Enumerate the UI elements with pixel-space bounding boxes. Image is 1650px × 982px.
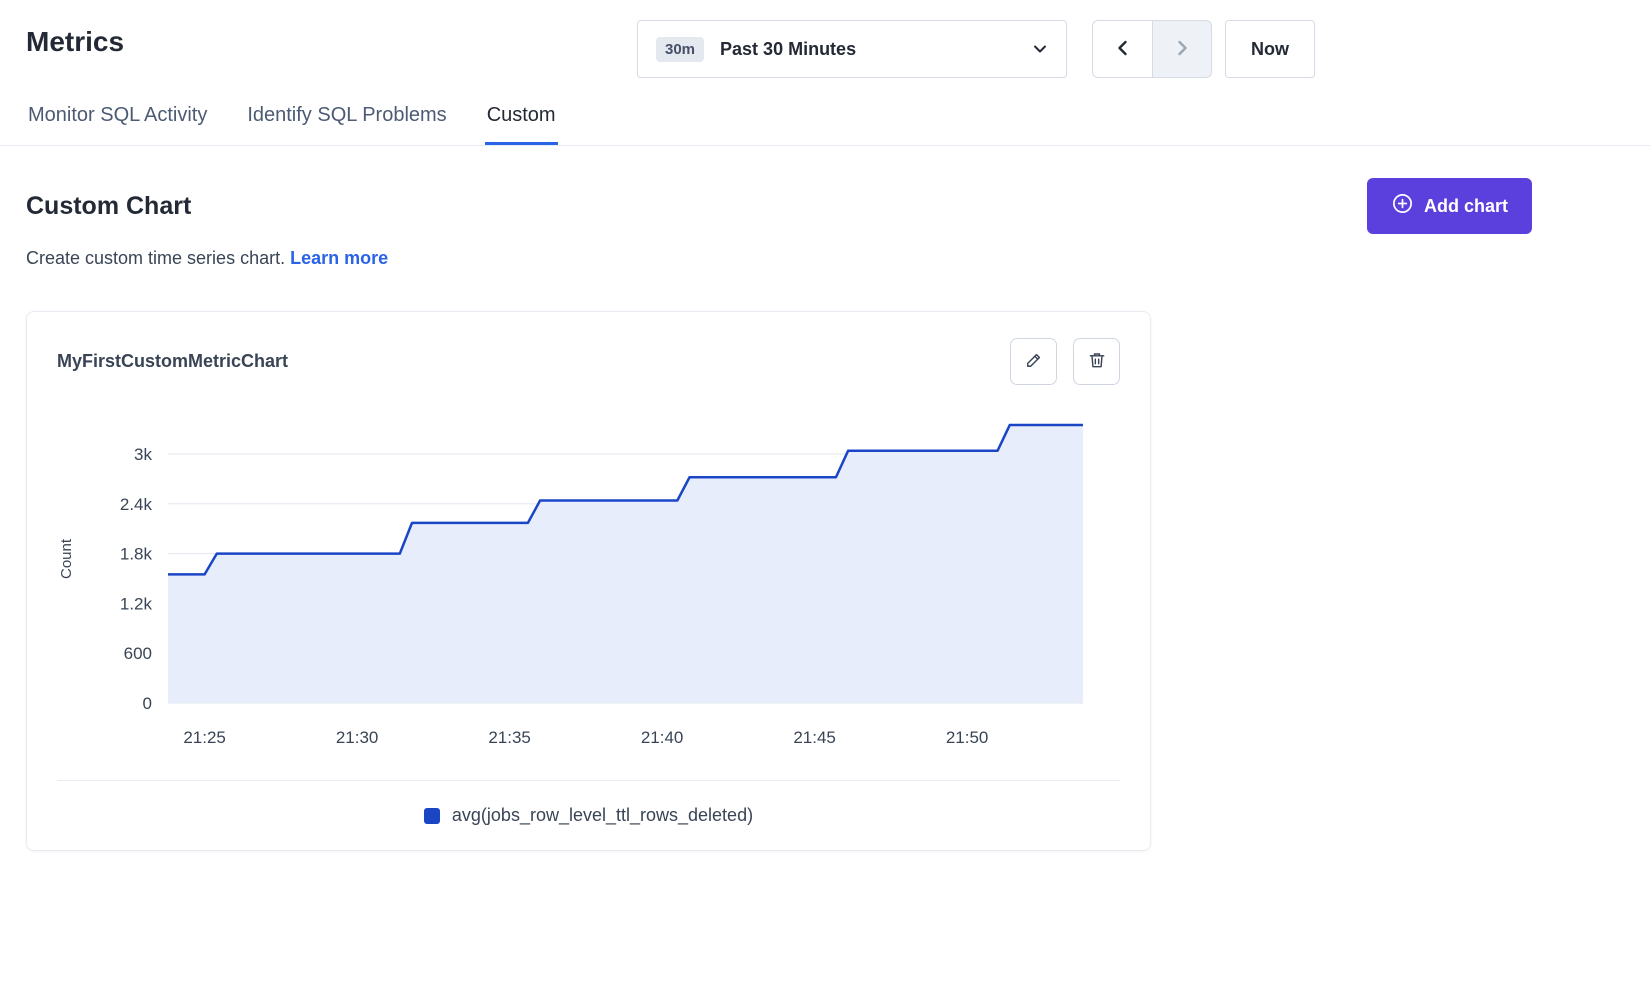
tab-bar: Monitor SQL Activity Identify SQL Proble…	[0, 96, 1650, 146]
chevron-down-icon	[1032, 41, 1048, 57]
svg-text:2.4k: 2.4k	[120, 495, 153, 514]
delete-chart-button[interactable]	[1073, 338, 1120, 385]
tab-identify-sql-problems[interactable]: Identify SQL Problems	[245, 96, 448, 145]
time-controls: 30m Past 30 Minutes Now	[637, 20, 1315, 78]
chevron-right-icon	[1172, 38, 1192, 61]
legend-swatch	[424, 808, 440, 824]
time-forward-button[interactable]	[1152, 20, 1212, 78]
chart-legend: avg(jobs_row_level_ttl_rows_deleted)	[57, 805, 1120, 826]
time-back-button[interactable]	[1092, 20, 1152, 78]
svg-text:Count: Count	[58, 538, 75, 579]
section-title: Custom Chart	[26, 192, 191, 221]
now-button[interactable]: Now	[1225, 20, 1315, 78]
svg-text:21:40: 21:40	[641, 728, 684, 747]
add-chart-button[interactable]: Add chart	[1367, 178, 1532, 234]
time-range-badge: 30m	[656, 37, 704, 62]
section-header: Custom Chart Add chart	[26, 178, 1532, 234]
tab-monitor-sql-activity[interactable]: Monitor SQL Activity	[26, 96, 209, 145]
time-range-label: Past 30 Minutes	[720, 39, 856, 60]
card-divider	[57, 780, 1120, 781]
chart-canvas[interactable]: 0 600 1.2k 1.8k 2.4k 3k 21:25 21:30 21:35 21:40 21…	[57, 401, 1122, 753]
add-chart-label: Add chart	[1424, 196, 1508, 217]
top-bar: Metrics 30m Past 30 Minutes Now	[0, 0, 1650, 96]
svg-text:0: 0	[143, 694, 152, 713]
svg-text:21:50: 21:50	[946, 728, 989, 747]
custom-chart-card: MyFirstCustomMetricChart 0 600 1.2k 1.8k 2.4…	[26, 311, 1151, 851]
svg-text:600: 600	[124, 644, 152, 663]
time-nav-group	[1092, 20, 1212, 78]
svg-text:1.2k: 1.2k	[120, 594, 153, 613]
chart-title: MyFirstCustomMetricChart	[57, 351, 288, 372]
edit-chart-button[interactable]	[1010, 338, 1057, 385]
subtitle-text: Create custom time series chart.	[26, 248, 285, 268]
chart-actions	[1010, 338, 1120, 385]
chart-area: 0 600 1.2k 1.8k 2.4k 3k 21:25 21:30 21:35 21:40 21…	[57, 401, 1120, 758]
svg-text:21:35: 21:35	[488, 728, 531, 747]
section-subtitle: Create custom time series chart. Learn m…	[26, 248, 1532, 269]
trash-icon	[1087, 350, 1107, 373]
learn-more-link[interactable]: Learn more	[290, 248, 388, 268]
svg-text:1.8k: 1.8k	[120, 545, 153, 564]
time-range-dropdown[interactable]: 30m Past 30 Minutes	[637, 20, 1067, 78]
svg-text:21:45: 21:45	[793, 728, 836, 747]
legend-label: avg(jobs_row_level_ttl_rows_deleted)	[452, 805, 753, 826]
page-title: Metrics	[26, 26, 124, 58]
tab-custom[interactable]: Custom	[485, 96, 558, 145]
svg-text:21:25: 21:25	[183, 728, 226, 747]
pencil-icon	[1024, 350, 1044, 373]
chevron-left-icon	[1113, 38, 1133, 61]
plus-circle-icon	[1391, 192, 1414, 220]
chart-card-header: MyFirstCustomMetricChart	[57, 338, 1120, 385]
svg-text:21:30: 21:30	[336, 728, 379, 747]
main-content: Custom Chart Add chart Create custom tim…	[26, 178, 1532, 851]
svg-text:3k: 3k	[134, 445, 152, 464]
